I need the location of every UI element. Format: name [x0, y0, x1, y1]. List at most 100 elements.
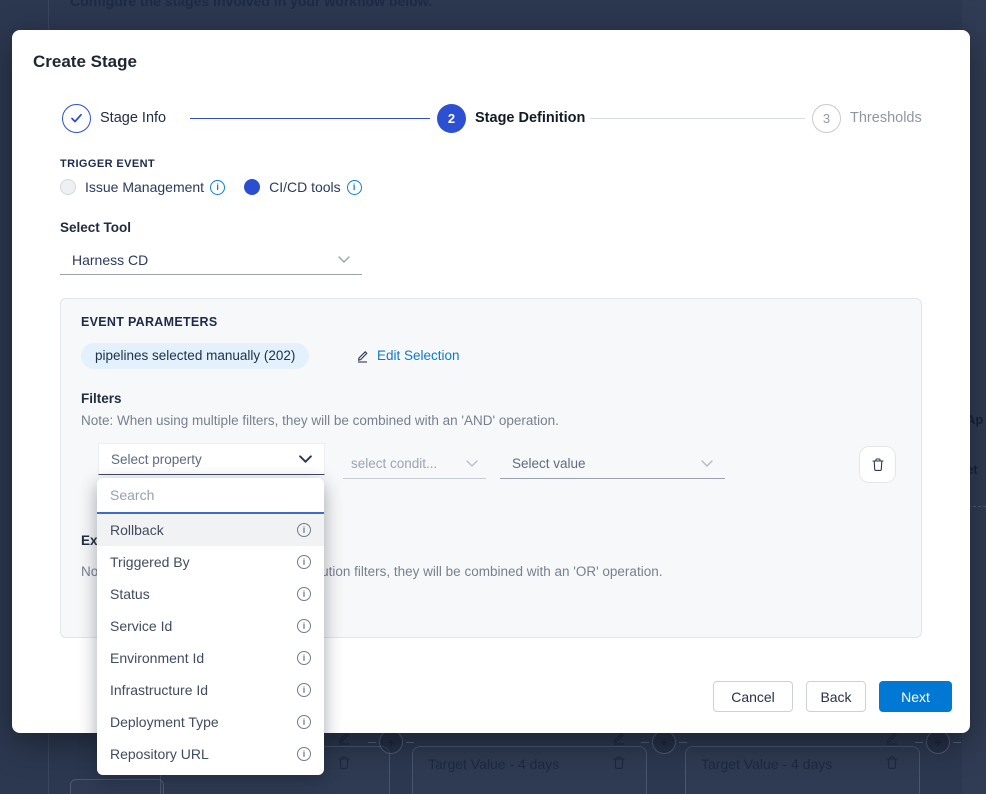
select-tool-label: Select Tool	[60, 220, 131, 235]
check-icon	[70, 113, 83, 124]
add-stage-icon: +	[652, 730, 676, 754]
condition-select-placeholder: select condit...	[351, 456, 437, 471]
step-3-indicator[interactable]: 3	[812, 104, 841, 133]
event-parameters-heading: EVENT PARAMETERS	[81, 315, 218, 329]
stage-card-label: Target Value - 4 days	[701, 756, 832, 772]
dropdown-item-label: Infrastructure Id	[110, 682, 297, 698]
modal-title: Create Stage	[33, 52, 137, 72]
selection-pill: pipelines selected manually (202)	[81, 343, 309, 369]
info-glyph: i	[353, 183, 356, 192]
dropdown-item-label: Status	[110, 586, 297, 602]
stepper: Stage Info 2 Stage Definition 3 Threshol…	[12, 104, 970, 134]
delete-filter-button[interactable]	[859, 446, 896, 483]
trigger-event-options: Issue Management i CI/CD tools i	[60, 177, 362, 197]
dropdown-item-rollback[interactable]: Rollback i	[97, 514, 324, 546]
plus-glyph: +	[660, 734, 668, 750]
info-icon[interactable]: i	[297, 747, 311, 761]
edit-icon	[337, 731, 351, 745]
property-select[interactable]: Select property	[98, 443, 325, 475]
trash-icon	[885, 755, 899, 770]
step-2-label[interactable]: Stage Definition	[475, 110, 585, 126]
edit-icon	[885, 731, 899, 745]
edit-selection-link[interactable]: Edit Selection	[356, 348, 460, 363]
info-icon[interactable]: i	[297, 683, 311, 697]
trash-icon	[612, 755, 626, 770]
info-icon[interactable]: i	[210, 180, 225, 195]
property-dropdown: Rollback i Triggered By i Status i Servi…	[97, 478, 324, 775]
plus-glyph: +	[387, 734, 395, 750]
step-3-number: 3	[823, 111, 830, 126]
step-2-number: 2	[448, 111, 455, 126]
info-glyph: i	[303, 718, 306, 727]
trigger-event-label: TRIGGER EVENT	[60, 158, 155, 170]
dropdown-item-label: Service Id	[110, 618, 297, 634]
trash-icon	[871, 457, 885, 472]
radio-issue-management[interactable]	[60, 179, 76, 195]
info-icon[interactable]: i	[297, 523, 311, 537]
info-icon[interactable]: i	[297, 619, 311, 633]
property-select-placeholder: Select property	[111, 452, 202, 467]
filters-heading: Filters	[81, 391, 122, 406]
stage-card-label: Target Value - 4 days	[428, 756, 559, 772]
info-icon[interactable]: i	[297, 587, 311, 601]
radio-issue-management-label[interactable]: Issue Management	[85, 179, 204, 195]
edit-icon	[612, 731, 626, 745]
radio-cicd-tools-label[interactable]: CI/CD tools	[269, 179, 341, 195]
plus-glyph: +	[934, 734, 942, 750]
add-stage-icon: +	[926, 730, 950, 754]
dropdown-item-label: Environment Id	[110, 650, 297, 666]
dropdown-item-label: Rollback	[110, 522, 297, 538]
info-icon[interactable]: i	[297, 715, 311, 729]
tool-select[interactable]: Harness CD	[60, 245, 362, 275]
dropdown-item-service-id[interactable]: Service Id i	[97, 610, 324, 642]
dropdown-item-deployment-type[interactable]: Deployment Type i	[97, 706, 324, 738]
step-1-label[interactable]: Stage Info	[100, 110, 166, 126]
chevron-down-icon	[701, 460, 713, 467]
trash-icon	[337, 755, 351, 770]
info-glyph: i	[303, 622, 306, 631]
background-card-fragment	[70, 779, 164, 794]
edit-selection-label: Edit Selection	[377, 348, 460, 363]
info-glyph: i	[303, 558, 306, 567]
dropdown-item-label: Deployment Type	[110, 714, 297, 730]
value-select-placeholder: Select value	[512, 456, 586, 471]
background-stage-card: Target Value - 4 days	[685, 746, 920, 794]
condition-select[interactable]: select condit...	[343, 449, 486, 479]
dropdown-item-repository-url[interactable]: Repository URL i	[97, 738, 324, 770]
step-connector	[590, 118, 805, 119]
next-button[interactable]: Next	[879, 681, 952, 712]
step-2-indicator[interactable]: 2	[437, 104, 466, 133]
radio-cicd-tools[interactable]	[244, 179, 260, 195]
dropdown-item-label: Triggered By	[110, 554, 297, 570]
app-screen: Configure the stages involved in your wo…	[0, 0, 986, 794]
filters-note: Note: When using multiple filters, they …	[81, 413, 559, 428]
info-glyph: i	[303, 750, 306, 759]
info-glyph: i	[216, 183, 219, 192]
info-icon[interactable]: i	[297, 651, 311, 665]
info-glyph: i	[303, 654, 306, 663]
cancel-button[interactable]: Cancel	[713, 681, 793, 712]
step-1-indicator[interactable]	[62, 104, 91, 133]
search-input[interactable]	[97, 478, 324, 514]
step-connector	[190, 118, 430, 119]
info-glyph: i	[303, 686, 306, 695]
background-header-text: Configure the stages involved in your wo…	[70, 0, 432, 9]
value-select[interactable]: Select value	[500, 449, 725, 479]
chevron-down-icon	[466, 460, 478, 467]
dropdown-item-triggered-by[interactable]: Triggered By i	[97, 546, 324, 578]
back-button[interactable]: Back	[806, 681, 866, 712]
info-icon[interactable]: i	[297, 555, 311, 569]
dropdown-item-environment-id[interactable]: Environment Id i	[97, 642, 324, 674]
info-glyph: i	[303, 590, 306, 599]
background-stage-card: Target Value - 4 days	[412, 746, 647, 794]
tool-select-value: Harness CD	[72, 252, 148, 268]
dropdown-item-label: Repository URL	[110, 746, 297, 762]
info-glyph: i	[303, 526, 306, 535]
dropdown-item-status[interactable]: Status i	[97, 578, 324, 610]
add-stage-icon: +	[379, 730, 403, 754]
info-icon[interactable]: i	[347, 180, 362, 195]
chevron-down-icon	[299, 455, 312, 463]
edit-icon	[356, 349, 370, 363]
step-3-label[interactable]: Thresholds	[850, 110, 922, 126]
dropdown-item-infrastructure-id[interactable]: Infrastructure Id i	[97, 674, 324, 706]
